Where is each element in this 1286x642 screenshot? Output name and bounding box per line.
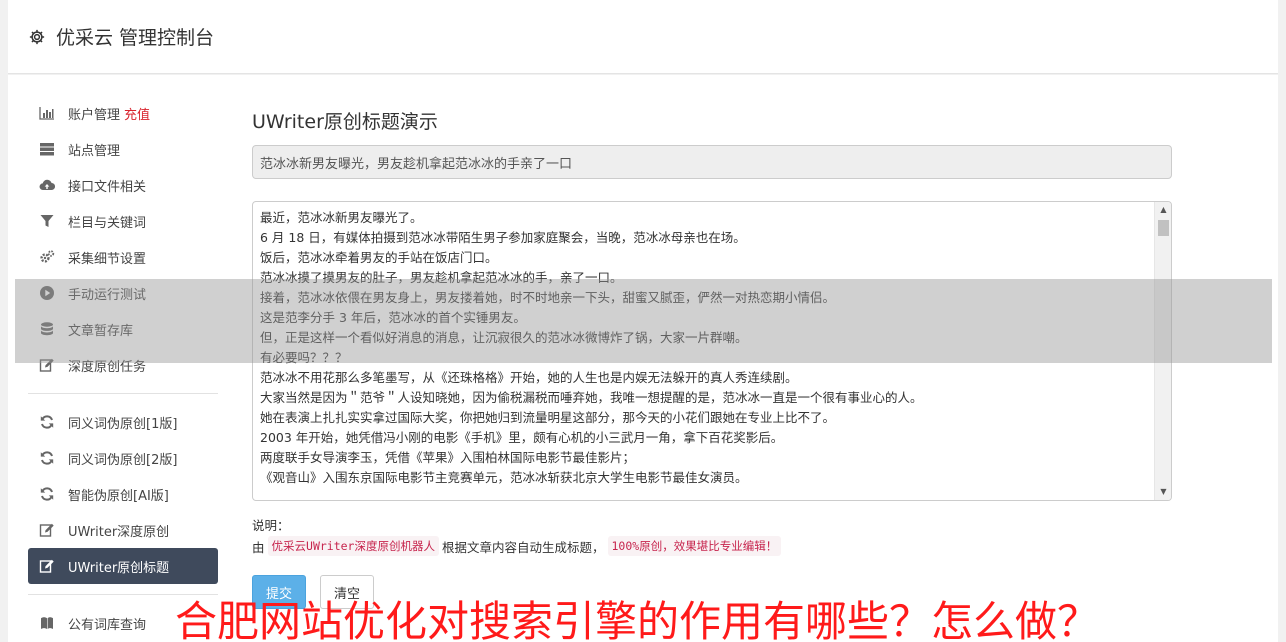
scroll-down-arrow-icon[interactable]: ▼ [1155,484,1171,500]
sidebar-item-sites[interactable]: 站点管理 [28,131,218,167]
sidebar-divider [28,393,218,394]
desc-middle: 根据文章内容自动生成标题， [441,539,605,555]
app-title: 优采云 管理控制台 [56,27,215,49]
robot-name-code: 优采云UWriter深度原创机器人 [267,536,439,556]
bar-chart-icon [39,105,55,121]
sidebar-item-label: 接口文件相关 [68,179,147,195]
recharge-link[interactable]: 充值 [124,104,150,123]
sidebar-item-label: 账户管理 [68,107,121,123]
scroll-thumb[interactable] [1158,220,1169,236]
sidebar-item-label: UWriter深度原创 [68,524,170,540]
sidebar-item-synonym-v2[interactable]: 同义词伪原创[2版] [28,440,218,476]
refresh-icon [39,450,55,466]
edit-icon [39,522,55,538]
sidebar-item-uwriter-title[interactable]: UWriter原创标题 [28,548,218,584]
article-line: 《观音山》入围东京国际电影节主竞赛单元，范冰冰斩获北京大学生电影节最佳女演员。 [260,470,748,485]
description-label: 说明： [252,518,290,533]
article-line: 最近，范冰冰新男友曝光了。 [260,210,423,225]
sidebar-item-collect-settings[interactable]: 采集细节设置 [28,239,218,275]
article-line: 6 月 18 日，有媒体拍摄到范冰冰带陌生男子参加家庭聚会，当晚，范冰冰母亲也在… [260,230,746,245]
description-text: 由 优采云UWriter深度原创机器人 根据文章内容自动生成标题， 100%原创… [252,536,784,556]
sidebar-item-interface-files[interactable]: 接口文件相关 [28,167,218,203]
sidebar-item-synonym-v1[interactable]: 同义词伪原创[1版] [28,404,218,440]
filter-icon [39,213,55,229]
gears-icon [39,249,55,265]
title-field[interactable] [252,145,1172,179]
page-title: UWriter原创标题演示 [252,111,438,133]
sidebar-item-label: 公有词库查询 [68,617,147,633]
sidebar-nav: 账户管理 充值 站点管理 接口文件相关 栏目与关键词 采集细节设置 手动运行测试… [28,95,218,641]
sidebar-item-label: 采集细节设置 [68,251,147,267]
gear-icon [28,28,46,46]
sidebar-item-label: 同义词伪原创[1版] [68,416,178,432]
desc-prefix: 由 [252,539,265,555]
article-line: 2003 年开始，她凭借冯小刚的电影《手机》里，颇有心机的小三武月一角，拿下百花… [260,430,784,445]
scroll-up-arrow-icon[interactable]: ▲ [1155,202,1171,218]
sidebar-item-smart-ai[interactable]: 智能伪原创[AI版] [28,476,218,512]
top-header: 优采云 管理控制台 [8,0,1278,74]
article-line: 范冰冰不用花那么多笔墨写，从《还珠格格》开始，她的人生也是内娱无法躲开的真人秀连… [260,370,798,385]
sidebar-item-uwriter-deep[interactable]: UWriter深度原创 [28,512,218,548]
originality-code: 100%原创，效果堪比专业编辑！ [607,536,782,556]
article-line: 饭后，范冰冰牵着男友的手站在饭店门口。 [260,250,498,265]
sidebar-item-account[interactable]: 账户管理 充值 [28,95,218,131]
gray-overlay-band [15,279,1272,363]
article-line: 大家当然是因为＂范爷＂人设知晓她，因为偷税漏税而唾弃她，我唯一想提醒的是，范冰冰… [260,390,923,405]
sidebar-item-columns-keywords[interactable]: 栏目与关键词 [28,203,218,239]
cloud-upload-icon [39,177,55,193]
sidebar-item-label: 站点管理 [68,143,121,159]
edit-icon [39,558,55,574]
overlay-banner-text: 合肥网站优化对搜索引擎的作用有哪些？怎么做？ [175,597,1100,642]
sidebar-item-label: UWriter原创标题 [68,560,170,576]
article-line: 两度联手女导演李玉，凭借《苹果》入围柏林国际电影节最佳影片； [260,450,636,465]
book-icon [39,615,55,631]
sidebar-item-label: 同义词伪原创[2版] [68,452,178,468]
article-line: 她在表演上扎扎实实拿过国际大奖，你把她归到流量明星这部分，那今天的小花们跟她在专… [260,410,836,425]
server-icon [39,141,55,157]
refresh-icon [39,414,55,430]
sidebar-item-label: 栏目与关键词 [68,215,147,231]
refresh-icon [39,486,55,502]
sidebar-item-label: 智能伪原创[AI版] [68,488,169,504]
